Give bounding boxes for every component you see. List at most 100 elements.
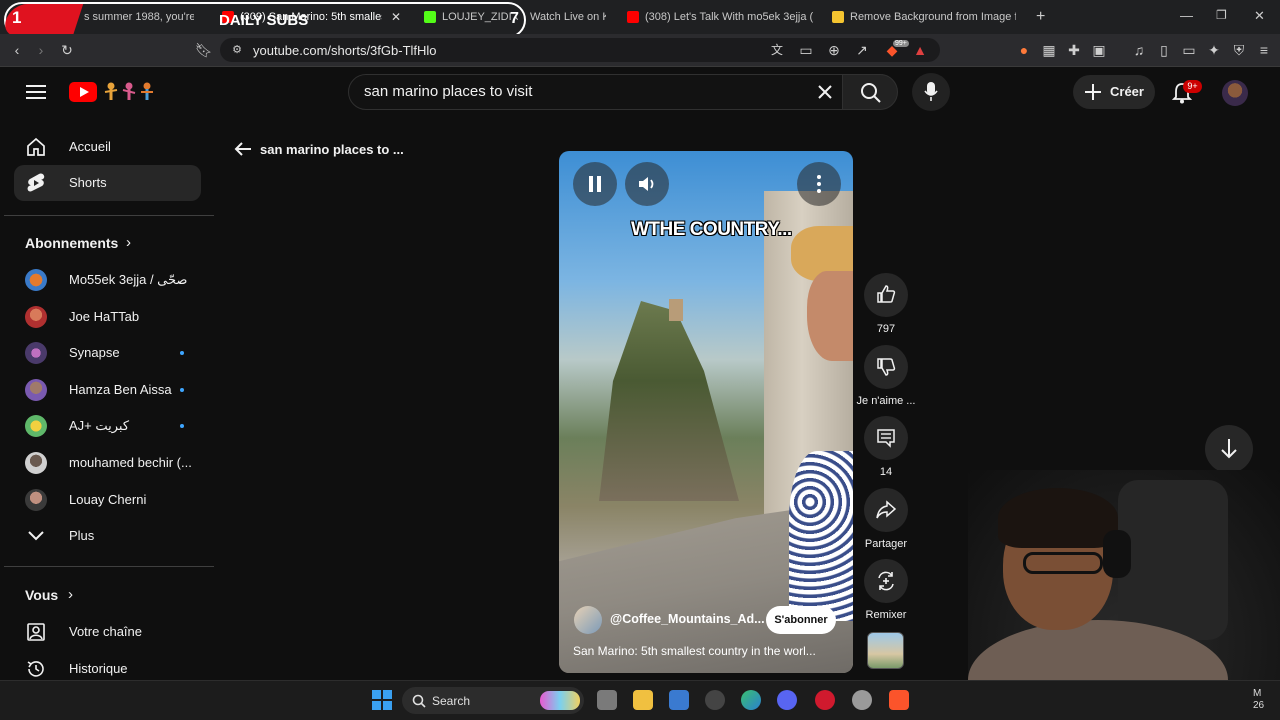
new-tab-icon[interactable]: +	[1036, 8, 1045, 26]
stream-overlay-title: DAILY SUBS	[219, 12, 309, 29]
sidebar-item-shorts[interactable]: Shorts	[14, 165, 201, 201]
extension-fox-icon[interactable]: ●	[1016, 42, 1032, 58]
short-channel-avatar[interactable]	[574, 606, 602, 634]
window-close-icon[interactable]: ✕	[1254, 8, 1265, 24]
sidebar-item-your-channel[interactable]: Votre chaîne	[14, 614, 201, 650]
subscription-item[interactable]: mouhamed bechir (...	[14, 447, 201, 479]
leo-ai-icon[interactable]: ✦	[1206, 42, 1222, 58]
unity-app-icon[interactable]	[705, 690, 725, 710]
search-query-text[interactable]: san marino places to visit	[364, 83, 532, 100]
forward-icon[interactable]: ›	[33, 42, 49, 58]
taskbar-search[interactable]	[402, 687, 584, 714]
minimize-icon[interactable]: —	[1180, 8, 1193, 23]
account-avatar[interactable]	[1222, 80, 1248, 106]
subscription-item[interactable]: Hamza Ben Aissa	[14, 374, 201, 406]
clear-search-icon[interactable]	[817, 84, 833, 100]
dislike-button[interactable]	[864, 345, 908, 389]
pause-icon	[589, 176, 601, 192]
subscription-item[interactable]: Joe HaTTab	[14, 301, 201, 333]
show-more-label: Plus	[69, 528, 95, 543]
shorts-search-title[interactable]: san marino places to ...	[260, 142, 404, 157]
cast-icon[interactable]: ▭	[798, 42, 814, 58]
like-button[interactable]	[864, 273, 908, 317]
opera-gx-icon[interactable]	[815, 690, 835, 710]
volume-button[interactable]	[625, 162, 669, 206]
video-scene-dress	[789, 451, 853, 621]
browser-menu-icon[interactable]: ≡	[1256, 42, 1272, 58]
microsoft-store-icon[interactable]	[669, 690, 689, 710]
voice-search-button[interactable]	[912, 73, 950, 111]
show-more-subscriptions[interactable]: Plus	[14, 520, 201, 552]
extension-puzzle-icon[interactable]: ▦	[1041, 42, 1057, 58]
sidebar-divider	[4, 215, 214, 216]
youtube-logo-icon[interactable]	[69, 82, 97, 102]
vpn-icon[interactable]: ⛨	[1231, 42, 1247, 58]
browser-tab[interactable]: Watch Live on Ki	[530, 6, 606, 28]
subscription-label: Mo55ek 3ejja / صحّى	[69, 272, 188, 287]
brave-rewards-icon[interactable]: ▲	[912, 42, 928, 58]
home-icon	[27, 137, 45, 156]
more-options-button[interactable]	[797, 162, 841, 206]
extensions-icon[interactable]: ✚	[1066, 42, 1082, 58]
subscription-item[interactable]: Louay Cherni	[14, 484, 201, 516]
zoom-icon[interactable]: ⊕	[826, 42, 842, 58]
browser-tab[interactable]: (308) Let's Talk With mo5ek 3ejja (a	[627, 6, 813, 28]
webcam-glasses	[1023, 552, 1103, 574]
windows-start-icon[interactable]	[372, 690, 392, 710]
chevron-right-icon: ›	[126, 234, 131, 251]
thumb-down-icon	[877, 358, 896, 376]
sidebar-item-label: Accueil	[69, 139, 111, 154]
short-video-player[interactable]: WTHE COUNTRY... @Coffee_Mountains_Ad... …	[559, 151, 853, 673]
you-header[interactable]: Vous ›	[25, 586, 95, 607]
steam-icon[interactable]	[852, 690, 872, 710]
microphone-icon	[924, 82, 938, 101]
create-label: Créer	[1110, 84, 1144, 99]
sidebar-item-history[interactable]: Historique	[14, 651, 201, 679]
subscription-item[interactable]: Synapse	[14, 337, 201, 369]
bookmark-icon[interactable]: 🔖︎	[195, 42, 213, 58]
video-scene-cliff	[599, 301, 739, 501]
chevron-right-icon: ›	[68, 586, 73, 603]
channel-icon	[27, 623, 45, 641]
subscribe-button[interactable]: S'abonner	[766, 606, 836, 634]
short-channel-name[interactable]: @Coffee_Mountains_Ad...	[610, 612, 765, 626]
back-arrow-icon[interactable]	[234, 141, 252, 157]
comments-button[interactable]	[864, 416, 908, 460]
next-short-button[interactable]	[1205, 425, 1253, 473]
share-page-icon[interactable]: ↗	[854, 42, 870, 58]
sidebar-item-label: Shorts	[69, 175, 107, 190]
edge-browser-icon[interactable]	[741, 690, 761, 710]
maximize-icon[interactable]: ❐	[1216, 8, 1227, 22]
arrow-down-icon	[1221, 439, 1237, 459]
sidepanel-icon[interactable]: ▯	[1156, 42, 1172, 58]
subscription-item[interactable]: AJ+ كبريت	[14, 410, 201, 442]
search-button[interactable]	[842, 74, 898, 110]
share-button[interactable]	[864, 488, 908, 532]
media-icon[interactable]: ♫	[1131, 42, 1147, 58]
tab-label: (308) Let's Talk With mo5ek 3ejja (a	[645, 11, 813, 23]
doodle-logo-icon[interactable]	[103, 80, 161, 106]
subscriptions-header[interactable]: Abonnements ›	[25, 234, 145, 255]
system-clock[interactable]: M 26	[1253, 688, 1264, 712]
wallet-icon[interactable]: ▭	[1181, 42, 1197, 58]
translate-icon[interactable]: 文	[769, 42, 785, 58]
discord-icon[interactable]	[777, 690, 797, 710]
video-scene-tower	[669, 299, 683, 321]
remix-button[interactable]	[864, 559, 908, 603]
subscription-item[interactable]: Mo55ek 3ejja / صحّى	[14, 264, 201, 296]
reload-icon[interactable]: ↻	[59, 42, 75, 58]
pause-button[interactable]	[573, 162, 617, 206]
sidebar-toggle-icon[interactable]: ▣	[1091, 42, 1107, 58]
back-icon[interactable]: ‹	[9, 42, 25, 58]
task-view-icon[interactable]	[597, 690, 617, 710]
short-video-title[interactable]: San Marino: 5th smallest country in the …	[573, 644, 816, 658]
site-info-icon[interactable]: ⚙	[229, 42, 245, 58]
guide-menu-icon[interactable]	[26, 84, 46, 100]
url-text[interactable]: youtube.com/shorts/3fGb-TlfHlo	[253, 43, 437, 58]
sidebar-item-home[interactable]: Accueil	[14, 129, 201, 165]
channel-avatar	[25, 306, 47, 328]
sound-remix-thumbnail[interactable]	[867, 632, 904, 669]
brave-browser-icon[interactable]	[889, 690, 909, 710]
file-explorer-icon[interactable]	[633, 690, 653, 710]
browser-tab[interactable]: Remove Background from Image for	[832, 6, 1016, 28]
